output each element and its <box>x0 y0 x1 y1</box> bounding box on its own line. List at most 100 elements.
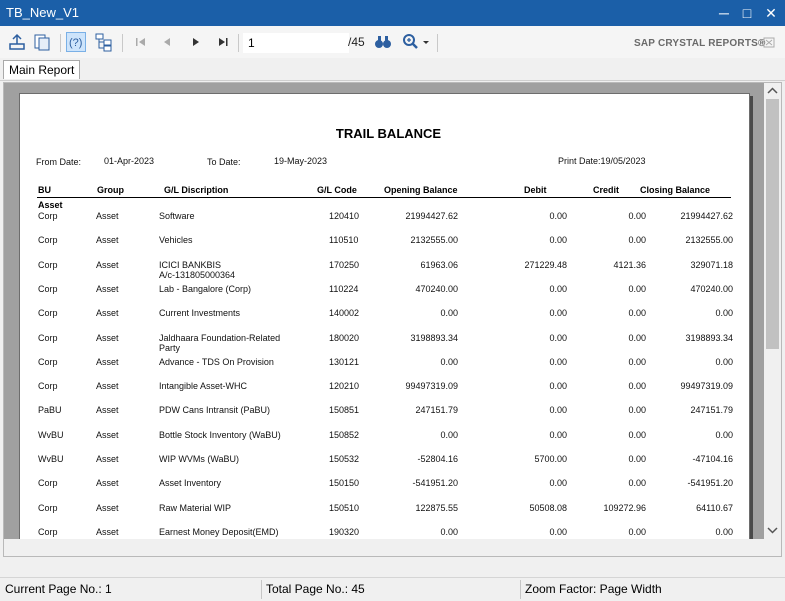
row-debit: 0.00 <box>549 308 567 319</box>
row-group: Asset <box>96 454 119 464</box>
row-gl-code: 140002 <box>329 308 360 319</box>
row-debit: 5700.00 <box>534 454 567 464</box>
row-description-line2: A/c-131805000364 <box>159 269 236 280</box>
group-label-asset: Asset <box>38 200 63 210</box>
column-header-opening-balance: Opening Balance <box>384 185 458 195</box>
close-button[interactable]: ✕ <box>761 3 781 23</box>
row-debit: 0.00 <box>549 381 567 392</box>
window-title: TB_New_V1 <box>6 5 79 20</box>
row-group: Asset <box>96 502 119 513</box>
row-bu: Corp <box>38 381 58 392</box>
from-date-value: 01-Apr-2023 <box>104 156 155 166</box>
row-credit: 0.00 <box>628 211 646 221</box>
vertical-scrollbar[interactable] <box>764 83 781 556</box>
row-description: ICICI BANKBIS <box>159 259 222 270</box>
zoom-icon[interactable] <box>400 32 432 52</box>
sap-crystal-reports-logo: SAP CRYSTAL REPORTS® <box>634 38 766 49</box>
row-group: Asset <box>96 332 119 343</box>
row-description: Current Investments <box>159 308 241 319</box>
row-bu: Corp <box>38 526 58 537</box>
row-group: Asset <box>96 381 119 392</box>
header-underline <box>37 197 731 198</box>
row-bu: Corp <box>38 478 58 489</box>
row-closing-balance: 0.00 <box>715 356 733 367</box>
row-gl-code: 150510 <box>329 502 360 513</box>
close-report-icon[interactable] <box>759 32 779 52</box>
row-gl-code: 110224 <box>329 283 359 294</box>
vertical-scroll-thumb[interactable] <box>766 99 779 349</box>
row-credit: 0.00 <box>628 405 646 416</box>
row-opening-balance: 61963.06 <box>420 259 458 270</box>
maximize-button[interactable]: □ <box>737 3 757 23</box>
row-group: Asset <box>96 283 119 294</box>
row-opening-balance: 2132555.00 <box>410 235 458 246</box>
last-page-icon[interactable] <box>213 32 233 52</box>
row-description: WIP WVMs (WaBU) <box>159 454 239 464</box>
scroll-down-icon[interactable] <box>764 522 781 538</box>
row-credit: 0.00 <box>628 332 646 343</box>
to-date-value: 19-May-2023 <box>274 156 328 166</box>
tree-icon[interactable] <box>94 32 114 52</box>
row-debit: 50508.08 <box>529 502 567 513</box>
page-number-input[interactable]: 1 <box>243 33 349 53</box>
row-gl-code: 170250 <box>329 259 360 270</box>
scroll-up-icon[interactable] <box>764 83 781 99</box>
column-header-credit: Credit <box>593 185 620 195</box>
row-bu: PaBU <box>38 405 62 416</box>
row-bu: WvBU <box>38 429 64 440</box>
column-header-debit: Debit <box>524 185 547 195</box>
row-credit: 0.00 <box>628 381 646 392</box>
row-gl-code: 150150 <box>329 478 360 489</box>
table-row: Corp Asset Current Investments 140002 0.00 0.… <box>20 308 757 332</box>
row-closing-balance: -541951.20 <box>687 478 733 489</box>
row-opening-balance: 0.00 <box>440 356 458 367</box>
tab-main-report[interactable]: Main Report <box>3 60 81 79</box>
row-debit: 0.00 <box>549 356 567 367</box>
binoculars-icon[interactable] <box>373 32 393 52</box>
row-credit: 0.00 <box>628 283 646 294</box>
minimize-button[interactable]: ─ <box>714 3 734 23</box>
current-page-status: Current Page No.: 1 <box>5 582 112 596</box>
row-description: PDW Cans Intransit (PaBU) <box>159 405 271 416</box>
row-closing-balance: 470240.00 <box>690 283 733 294</box>
row-description: Software <box>159 211 195 221</box>
column-header-closing-balance: Closing Balance <box>640 185 711 195</box>
row-closing-balance: 3198893.34 <box>685 332 733 343</box>
row-debit: 0.00 <box>549 235 567 246</box>
row-opening-balance: 0.00 <box>440 526 458 537</box>
row-debit: 0.00 <box>549 283 567 294</box>
print-icon[interactable] <box>32 32 52 52</box>
toolbar-separator <box>60 34 61 52</box>
row-closing-balance: -47104.16 <box>692 454 733 464</box>
row-opening-balance: -52804.16 <box>417 454 458 464</box>
row-credit: 0.00 <box>628 356 646 367</box>
table-row: PaBU Asset PDW Cans Intransit (PaBU) 150851… <box>20 405 757 429</box>
column-header-group: Group <box>97 185 124 195</box>
table-row: Corp Asset Jaldhaara Foundation-Related 180… <box>20 333 757 357</box>
table-row: Corp Asset Software 120410 21994427.62 0.00 0.… <box>20 211 757 235</box>
row-group: Asset <box>96 478 119 489</box>
horizontal-scrollbar[interactable] <box>4 539 764 556</box>
row-description: Lab - Bangalore (Corp) <box>159 283 252 294</box>
row-description: Advance - TDS On Provision <box>159 356 274 367</box>
row-group: Asset <box>96 356 119 367</box>
row-closing-balance: 2132555.00 <box>685 235 733 246</box>
row-opening-balance: -541951.20 <box>412 478 458 489</box>
title-bar: TB_New_V1 ─ □ ✕ <box>0 0 785 26</box>
export-icon[interactable] <box>7 32 27 52</box>
prev-page-icon[interactable] <box>157 32 177 52</box>
row-description: Vehicles <box>159 235 193 246</box>
row-debit: 0.00 <box>549 478 567 489</box>
next-page-icon[interactable] <box>186 32 206 52</box>
row-closing-balance: 0.00 <box>715 308 733 319</box>
row-bu: Corp <box>38 259 58 270</box>
first-page-icon[interactable] <box>131 32 151 52</box>
report-viewer: TRAIL BALANCE From Date: 01-Apr-2023 To … <box>3 82 782 557</box>
row-bu: Corp <box>38 332 58 343</box>
row-closing-balance: 0.00 <box>715 429 733 440</box>
to-date-label: To Date: <box>207 157 241 167</box>
table-row: Corp Asset Advance - TDS On Provision 13012… <box>20 357 757 381</box>
row-gl-code: 180020 <box>329 332 360 343</box>
help-icon[interactable]: (?) <box>66 32 86 52</box>
table-row: WvBU Asset WIP WVMs (WaBU) 150532 -52804.16 5… <box>20 454 757 478</box>
